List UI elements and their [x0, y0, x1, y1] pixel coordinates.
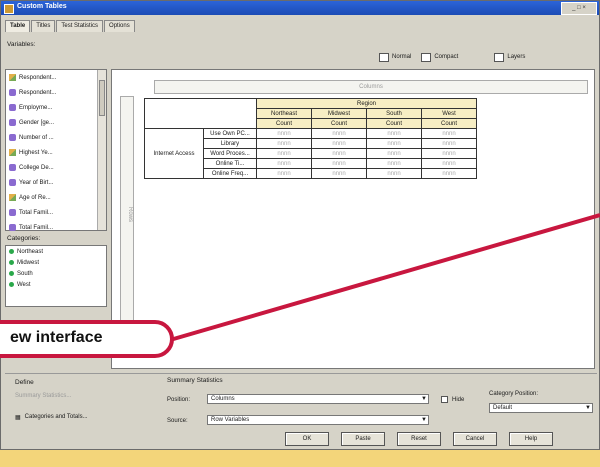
- callout-text: ew interface: [10, 329, 103, 346]
- callout-pointer: [169, 213, 600, 342]
- callout-line: [169, 213, 600, 342]
- callout-badge: ew interface: [0, 320, 174, 358]
